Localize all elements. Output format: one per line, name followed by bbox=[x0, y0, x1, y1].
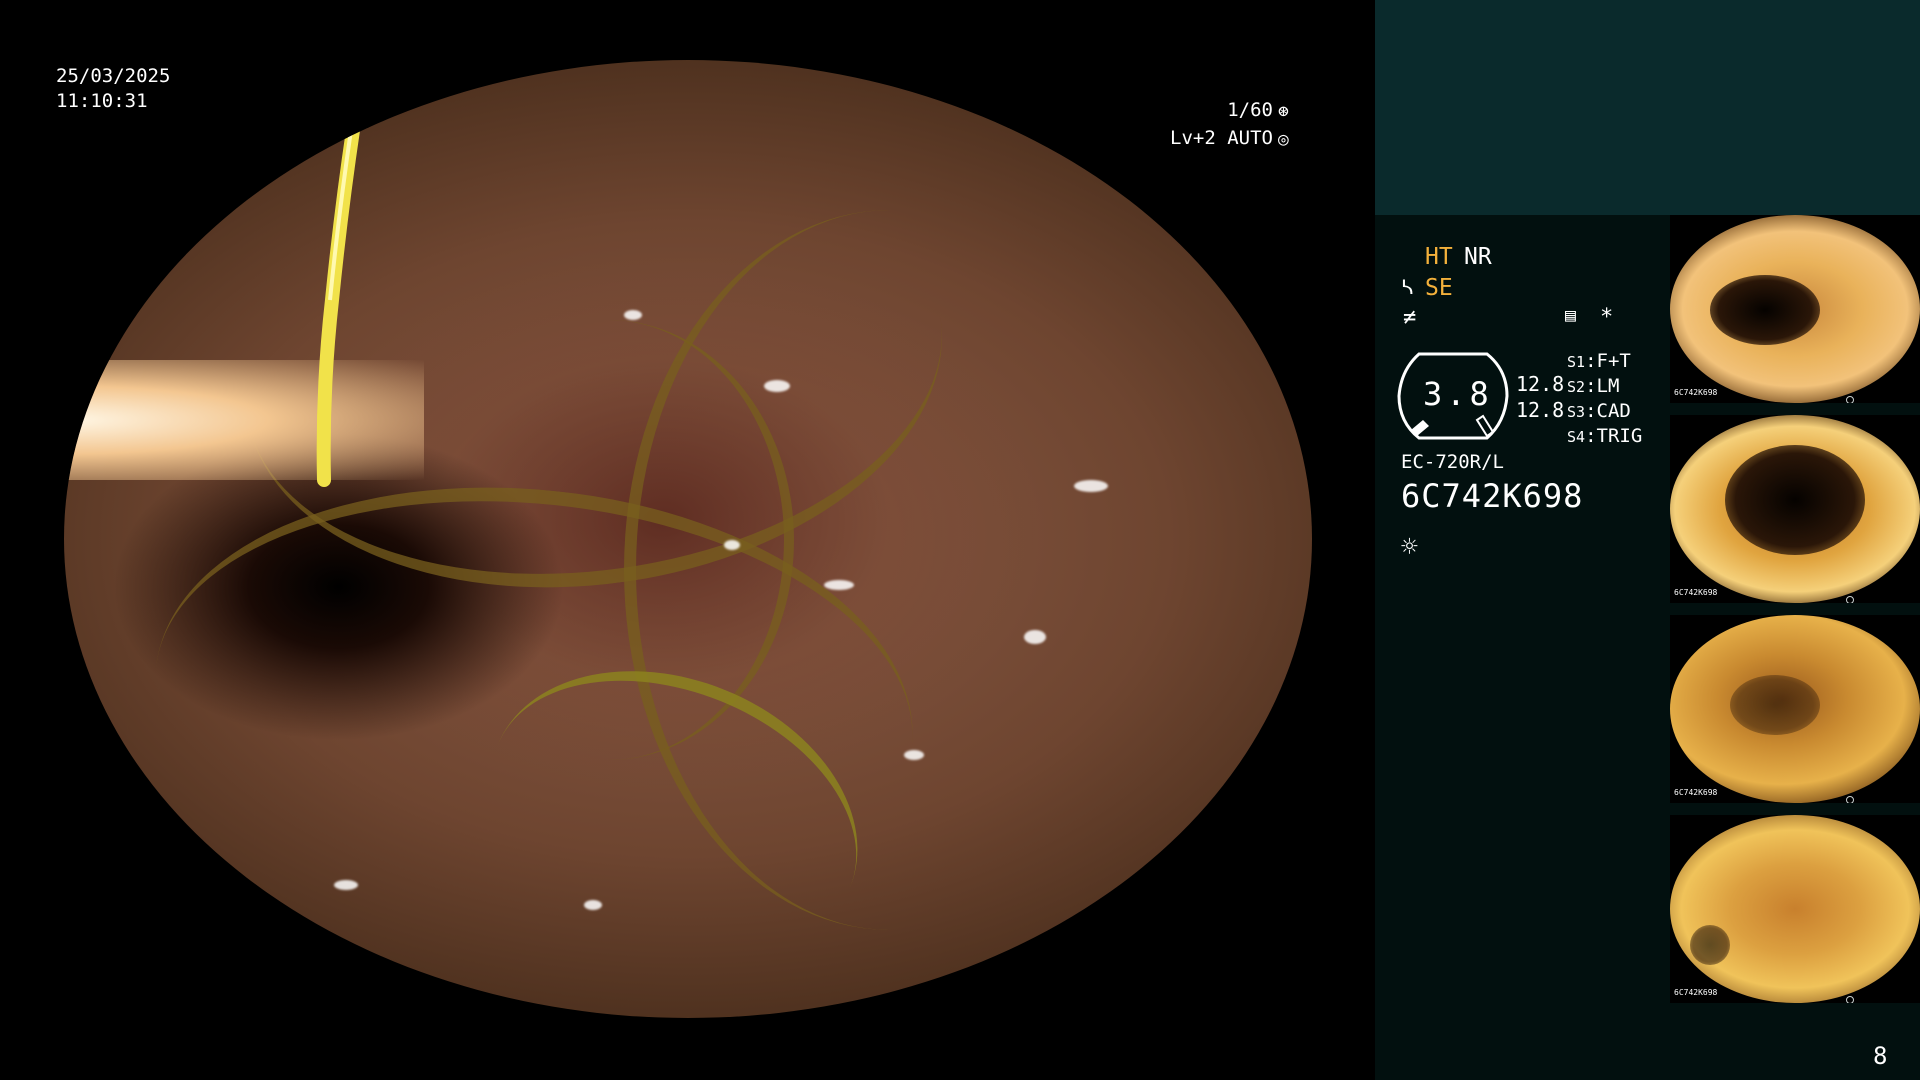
lumen bbox=[1690, 925, 1730, 965]
live-view-area: 25/03/2025 11:10:31 1/60 ⊛ Lv+2 AUTO ◎ bbox=[0, 0, 1375, 1080]
switch-function: LM bbox=[1596, 375, 1620, 397]
parameter-readout: 12.8 bbox=[1516, 398, 1565, 422]
scope-serial-number: 6C742K698 bbox=[1401, 477, 1584, 515]
thumbnail-caption: 6C742K698 bbox=[1674, 388, 1718, 397]
switch-function: F+T bbox=[1596, 350, 1631, 372]
scope-switch-row: S3:CAD bbox=[1567, 400, 1631, 422]
switch-key: S4 bbox=[1567, 428, 1586, 446]
captured-image-thumbnail[interactable]: 6C742K698 bbox=[1670, 415, 1920, 603]
thumbnail-marker bbox=[1846, 996, 1854, 1003]
structure-enhance-icon: ᓴ bbox=[1401, 275, 1414, 299]
iris-mode-readout: Lv+2 AUTO bbox=[1170, 127, 1273, 149]
thumbnail-image bbox=[1670, 815, 1920, 1003]
parameter-readout: 12.8 bbox=[1516, 372, 1565, 396]
ht-indicator: HT bbox=[1425, 244, 1453, 270]
thumbnail-marker bbox=[1846, 596, 1854, 603]
scope-switch-row: S1:F+T bbox=[1567, 350, 1631, 372]
guide-wire bbox=[316, 60, 371, 487]
endoscope-live-image bbox=[64, 60, 1312, 1018]
info-panel-header bbox=[1375, 0, 1920, 215]
switch-function: TRIG bbox=[1596, 425, 1643, 447]
switch-key: S1 bbox=[1567, 353, 1586, 371]
scope-switch-row: S2:LM bbox=[1567, 375, 1620, 397]
thumbnail-caption: 6C742K698 bbox=[1674, 788, 1718, 797]
se-indicator: SE bbox=[1425, 275, 1453, 301]
thumbnail-marker bbox=[1846, 396, 1854, 403]
switch-function: CAD bbox=[1596, 400, 1631, 422]
switch-key: S2 bbox=[1567, 378, 1586, 396]
star-icon: * bbox=[1600, 305, 1614, 330]
switch-key: S3 bbox=[1567, 403, 1586, 421]
date-readout: 25/03/2025 bbox=[56, 65, 171, 87]
thumbnail-caption: 6C742K698 bbox=[1674, 988, 1718, 997]
lumen bbox=[1730, 675, 1820, 735]
captured-image-thumbnail[interactable]: 6C742K698 bbox=[1670, 615, 1920, 803]
page-number: 8 bbox=[1873, 1042, 1888, 1070]
freeze-icon: ≠ bbox=[1403, 305, 1417, 330]
thumbnail-image bbox=[1670, 415, 1920, 603]
zoom-value: 3.8 bbox=[1423, 375, 1493, 413]
thumbnail-marker bbox=[1846, 796, 1854, 803]
thumbnail-image bbox=[1670, 615, 1920, 803]
lumen bbox=[1725, 445, 1865, 555]
scope-model: EC-720R/L bbox=[1401, 451, 1504, 473]
memory-icon: ▤ bbox=[1565, 305, 1576, 326]
captured-image-thumbnail[interactable]: 6C742K698 bbox=[1670, 815, 1920, 1003]
lumen bbox=[1710, 275, 1820, 345]
nr-indicator: NR bbox=[1464, 244, 1492, 270]
shutter-icon: ⊛ bbox=[1278, 101, 1289, 122]
scope-switch-row: S4:TRIG bbox=[1567, 425, 1643, 447]
endoscopy-monitor-screen: 25/03/2025 11:10:31 1/60 ⊛ Lv+2 AUTO ◎ H… bbox=[0, 0, 1920, 1080]
thumbnail-image bbox=[1670, 215, 1920, 403]
captured-image-thumbnail[interactable]: 6C742K698 bbox=[1670, 215, 1920, 403]
iris-icon: ◎ bbox=[1278, 129, 1289, 150]
info-panel: HT NR ᓴ SE ≠ ▤ * 3.8 12.8 12.8 S1:F+T S2… bbox=[1375, 0, 1920, 1080]
shutter-speed-readout: 1/60 bbox=[1227, 99, 1273, 121]
thumbnail-caption: 6C742K698 bbox=[1674, 588, 1718, 597]
time-readout: 11:10:31 bbox=[56, 90, 148, 112]
light-source-icon: ☼ bbox=[1401, 530, 1418, 563]
